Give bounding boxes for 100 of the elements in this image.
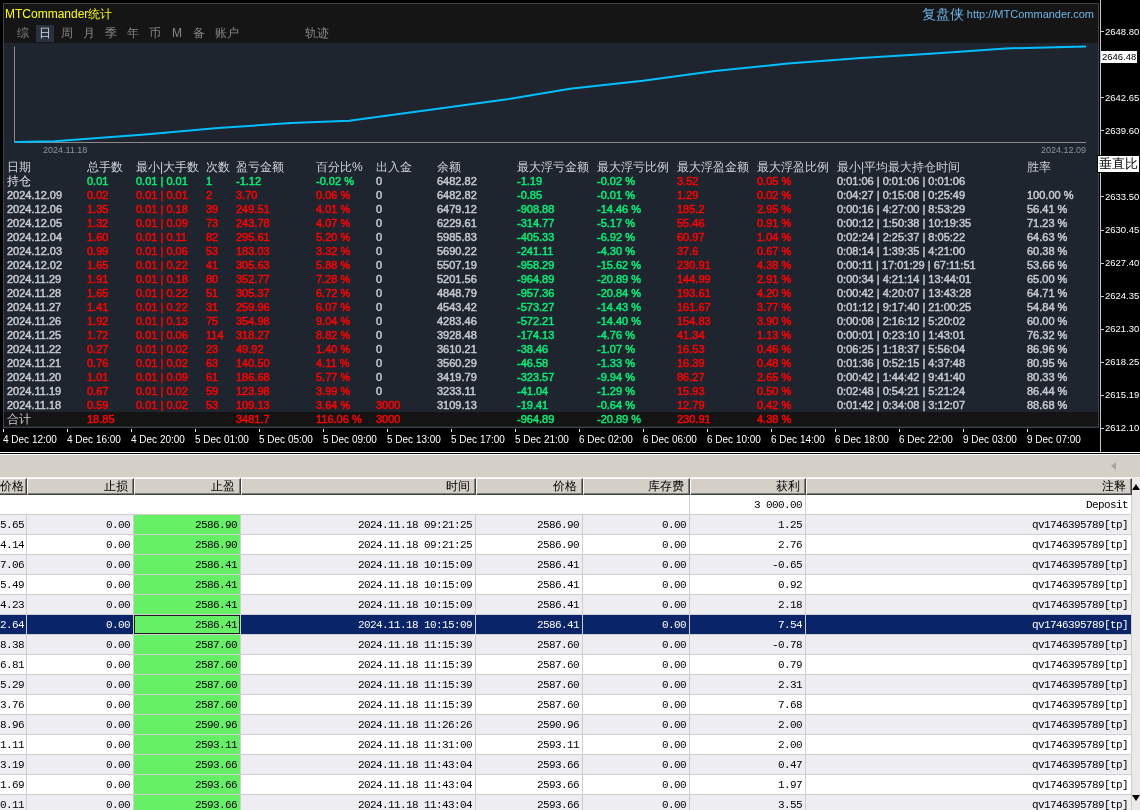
table-row[interactable]: 1.11 0.00 2593.11 2024.11.18 11:31:00 2593.11 0.00 2.00 qv1746395789[tp] <box>0 735 1132 755</box>
table-cell: 0 <box>376 300 383 314</box>
table-cell: 0:08:14 | 1:39:35 | 4:21:00 <box>837 244 966 258</box>
tab[interactable]: 月 <box>80 24 98 42</box>
table-cell: 2 <box>206 188 213 202</box>
table-cell: 56.41 % <box>1027 202 1068 216</box>
table-cell: 0.06 % <box>316 188 351 202</box>
column-header[interactable]: 注释 <box>806 478 1132 495</box>
table-cell: 1.13 % <box>757 328 792 342</box>
tab[interactable]: 币 <box>146 24 164 42</box>
table-cell: 0 <box>376 230 383 244</box>
table-cell: 3.77 % <box>757 300 792 314</box>
table-row[interactable]: 8.96 0.00 2590.96 2024.11.18 11:26:26 2590.96 0.00 2.00 qv1746395789[tp] <box>0 715 1132 735</box>
table-cell: 2586.41 <box>134 555 241 575</box>
table-row[interactable]: 0.11 0.00 2593.66 2024.11.18 11:43:04 2593.66 0.00 3.55 qv1746395789[tp] <box>0 795 1132 810</box>
table-cell: 2.95 % <box>757 202 792 216</box>
column-header[interactable]: 价格 <box>476 478 583 495</box>
table-cell: -323.57 <box>517 370 555 384</box>
table-row[interactable]: 4.23 0.00 2586.41 2024.11.18 10:15:09 2586.41 0.00 2.18 qv1746395789[tp] <box>0 595 1132 615</box>
tab[interactable]: 季 <box>102 24 120 42</box>
table-cell: 16.39 <box>677 356 705 370</box>
table-cell: 3610.21 <box>437 342 477 356</box>
table-cell: 6482.82 <box>437 188 477 202</box>
table-cell: 114 <box>206 328 224 342</box>
price-label: 2648.80 <box>1105 25 1140 38</box>
table-cell: 0 <box>376 272 383 286</box>
website-link[interactable]: http://MTCommander.com <box>966 6 1094 21</box>
table-row[interactable]: 8.38 0.00 2587.60 2024.11.18 11:15:39 2587.60 0.00 -0.78 qv1746395789[tp] <box>0 635 1132 655</box>
table-row[interactable]: 5.49 0.00 2586.41 2024.11.18 10:15:09 2586.41 0.00 0.92 qv1746395789[tp] <box>0 575 1132 595</box>
table-cell: 2024.11.20 <box>7 370 62 384</box>
table-cell: 5985.83 <box>437 230 477 244</box>
table-cell: 16.53 <box>677 342 705 356</box>
table-cell: 259.96 <box>236 300 270 314</box>
tab[interactable]: M <box>168 24 186 42</box>
column-header[interactable]: 止盈 <box>134 478 241 495</box>
tab[interactable]: 备 <box>190 24 208 42</box>
table-row[interactable]: 5.65 0.00 2586.90 2024.11.18 09:21:25 2586.90 0.00 1.25 qv1746395789[tp] <box>0 515 1132 535</box>
table-cell: 2.65 % <box>757 370 792 384</box>
tooltip: 垂直比 <box>1097 154 1140 173</box>
table-cell: 1.65 <box>87 286 109 300</box>
tab[interactable]: 综 <box>14 24 32 42</box>
table-cell: 55.46 <box>677 216 705 230</box>
time-label: 6 Dec 02:00 <box>579 434 633 446</box>
table-cell: 53.66 % <box>1027 258 1068 272</box>
table-cell: 0.99 <box>87 244 109 258</box>
table-cell: 53 <box>206 244 219 258</box>
table-row[interactable]: 1.69 0.00 2593.66 2024.11.18 11:43:04 2593.66 0.00 1.97 qv1746395789[tp] <box>0 775 1132 795</box>
table-row[interactable]: 5.29 0.00 2587.60 2024.11.18 11:15:39 2587.60 0.00 2.31 qv1746395789[tp] <box>0 675 1132 695</box>
table-cell: -174.13 <box>517 328 555 342</box>
table-cell: 3.99 % <box>316 384 351 398</box>
table-cell: 5.20 % <box>316 230 351 244</box>
table-cell: 0:01:42 | 0:34:08 | 3:12:07 <box>837 398 966 412</box>
table-cell: 3233.11 <box>437 384 476 398</box>
table-cell: -41.04 <box>517 384 549 398</box>
column-header[interactable]: 获利 <box>690 478 806 495</box>
table-cell: 0 <box>376 314 383 328</box>
up-arrow-icon[interactable] <box>1132 482 1140 491</box>
table-cell: -572.21 <box>517 314 555 328</box>
table-cell: 3000 <box>376 412 401 426</box>
time-label: 5 Dec 05:00 <box>259 434 313 446</box>
table-cell: 0 <box>376 342 383 356</box>
table-row[interactable]: 2.64 0.00 2586.41 2024.11.18 10:15:09 2586.41 0.00 7.54 qv1746395789[tp] <box>0 615 1132 635</box>
down-arrow-icon[interactable] <box>1132 794 1140 802</box>
table-cell: -46.58 <box>517 356 549 370</box>
table-cell: 0.01 <box>87 174 109 188</box>
table-cell: -1.19 <box>517 174 543 188</box>
time-label: 6 Dec 18:00 <box>835 434 889 446</box>
table-cell: 116.06 % <box>316 412 362 426</box>
vertical-scrollbar[interactable] <box>1132 478 1140 810</box>
table-cell: 0.00 <box>583 795 690 810</box>
table-row[interactable]: 3.76 0.00 2587.60 2024.11.18 11:15:39 2587.60 0.00 7.68 qv1746395789[tp] <box>0 695 1132 715</box>
tab[interactable]: 账户 <box>212 24 242 42</box>
table-cell: 100.00 % <box>1027 188 1074 202</box>
column-header: 百分比% <box>316 160 363 174</box>
table-row[interactable]: 3 000.00 Deposit <box>0 495 1132 515</box>
table-cell: 82 <box>206 230 219 244</box>
table-row[interactable]: 6.81 0.00 2587.60 2024.11.18 11:15:39 2587.60 0.00 0.79 qv1746395789[tp] <box>0 655 1132 675</box>
table-row[interactable]: 7.06 0.00 2586.41 2024.11.18 10:15:09 2586.41 0.00 -0.65 qv1746395789[tp] <box>0 555 1132 575</box>
tab[interactable]: 日 <box>36 24 54 42</box>
table-cell: 71.23 % <box>1027 216 1068 230</box>
column-header[interactable]: 止损 <box>27 478 134 495</box>
price-label: 2642.65 <box>1105 91 1140 104</box>
table-cell: 0:01:36 | 0:52:15 | 4:37:48 <box>837 356 966 370</box>
table-cell: 80 <box>206 272 219 286</box>
table-cell: 0:00:01 | 0:23:10 | 1:43:01 <box>837 328 966 342</box>
tab[interactable]: 周 <box>58 24 76 42</box>
table-cell: 193.61 <box>677 286 711 300</box>
column-header[interactable]: 价格 <box>0 478 27 495</box>
table-cell: 2587.60 <box>134 655 241 675</box>
tab[interactable]: 轨迹 <box>302 24 332 42</box>
column-header[interactable]: 库存费 <box>583 478 690 495</box>
table-cell: 2586.90 <box>134 515 241 535</box>
table-cell: 80.33 % <box>1027 370 1068 384</box>
table-row[interactable]: 3.19 0.00 2593.66 2024.11.18 11:43:04 2593.66 0.00 0.47 qv1746395789[tp] <box>0 755 1132 775</box>
column-header[interactable]: 时间 <box>241 478 476 495</box>
table-cell: 60.38 % <box>1027 244 1068 258</box>
table-cell: 2024.11.28 <box>7 286 62 300</box>
table-cell: -1.07 % <box>597 342 635 356</box>
table-row[interactable]: 4.14 0.00 2586.90 2024.11.18 09:21:25 2586.90 0.00 2.76 qv1746395789[tp] <box>0 535 1132 555</box>
tab[interactable]: 年 <box>124 24 142 42</box>
